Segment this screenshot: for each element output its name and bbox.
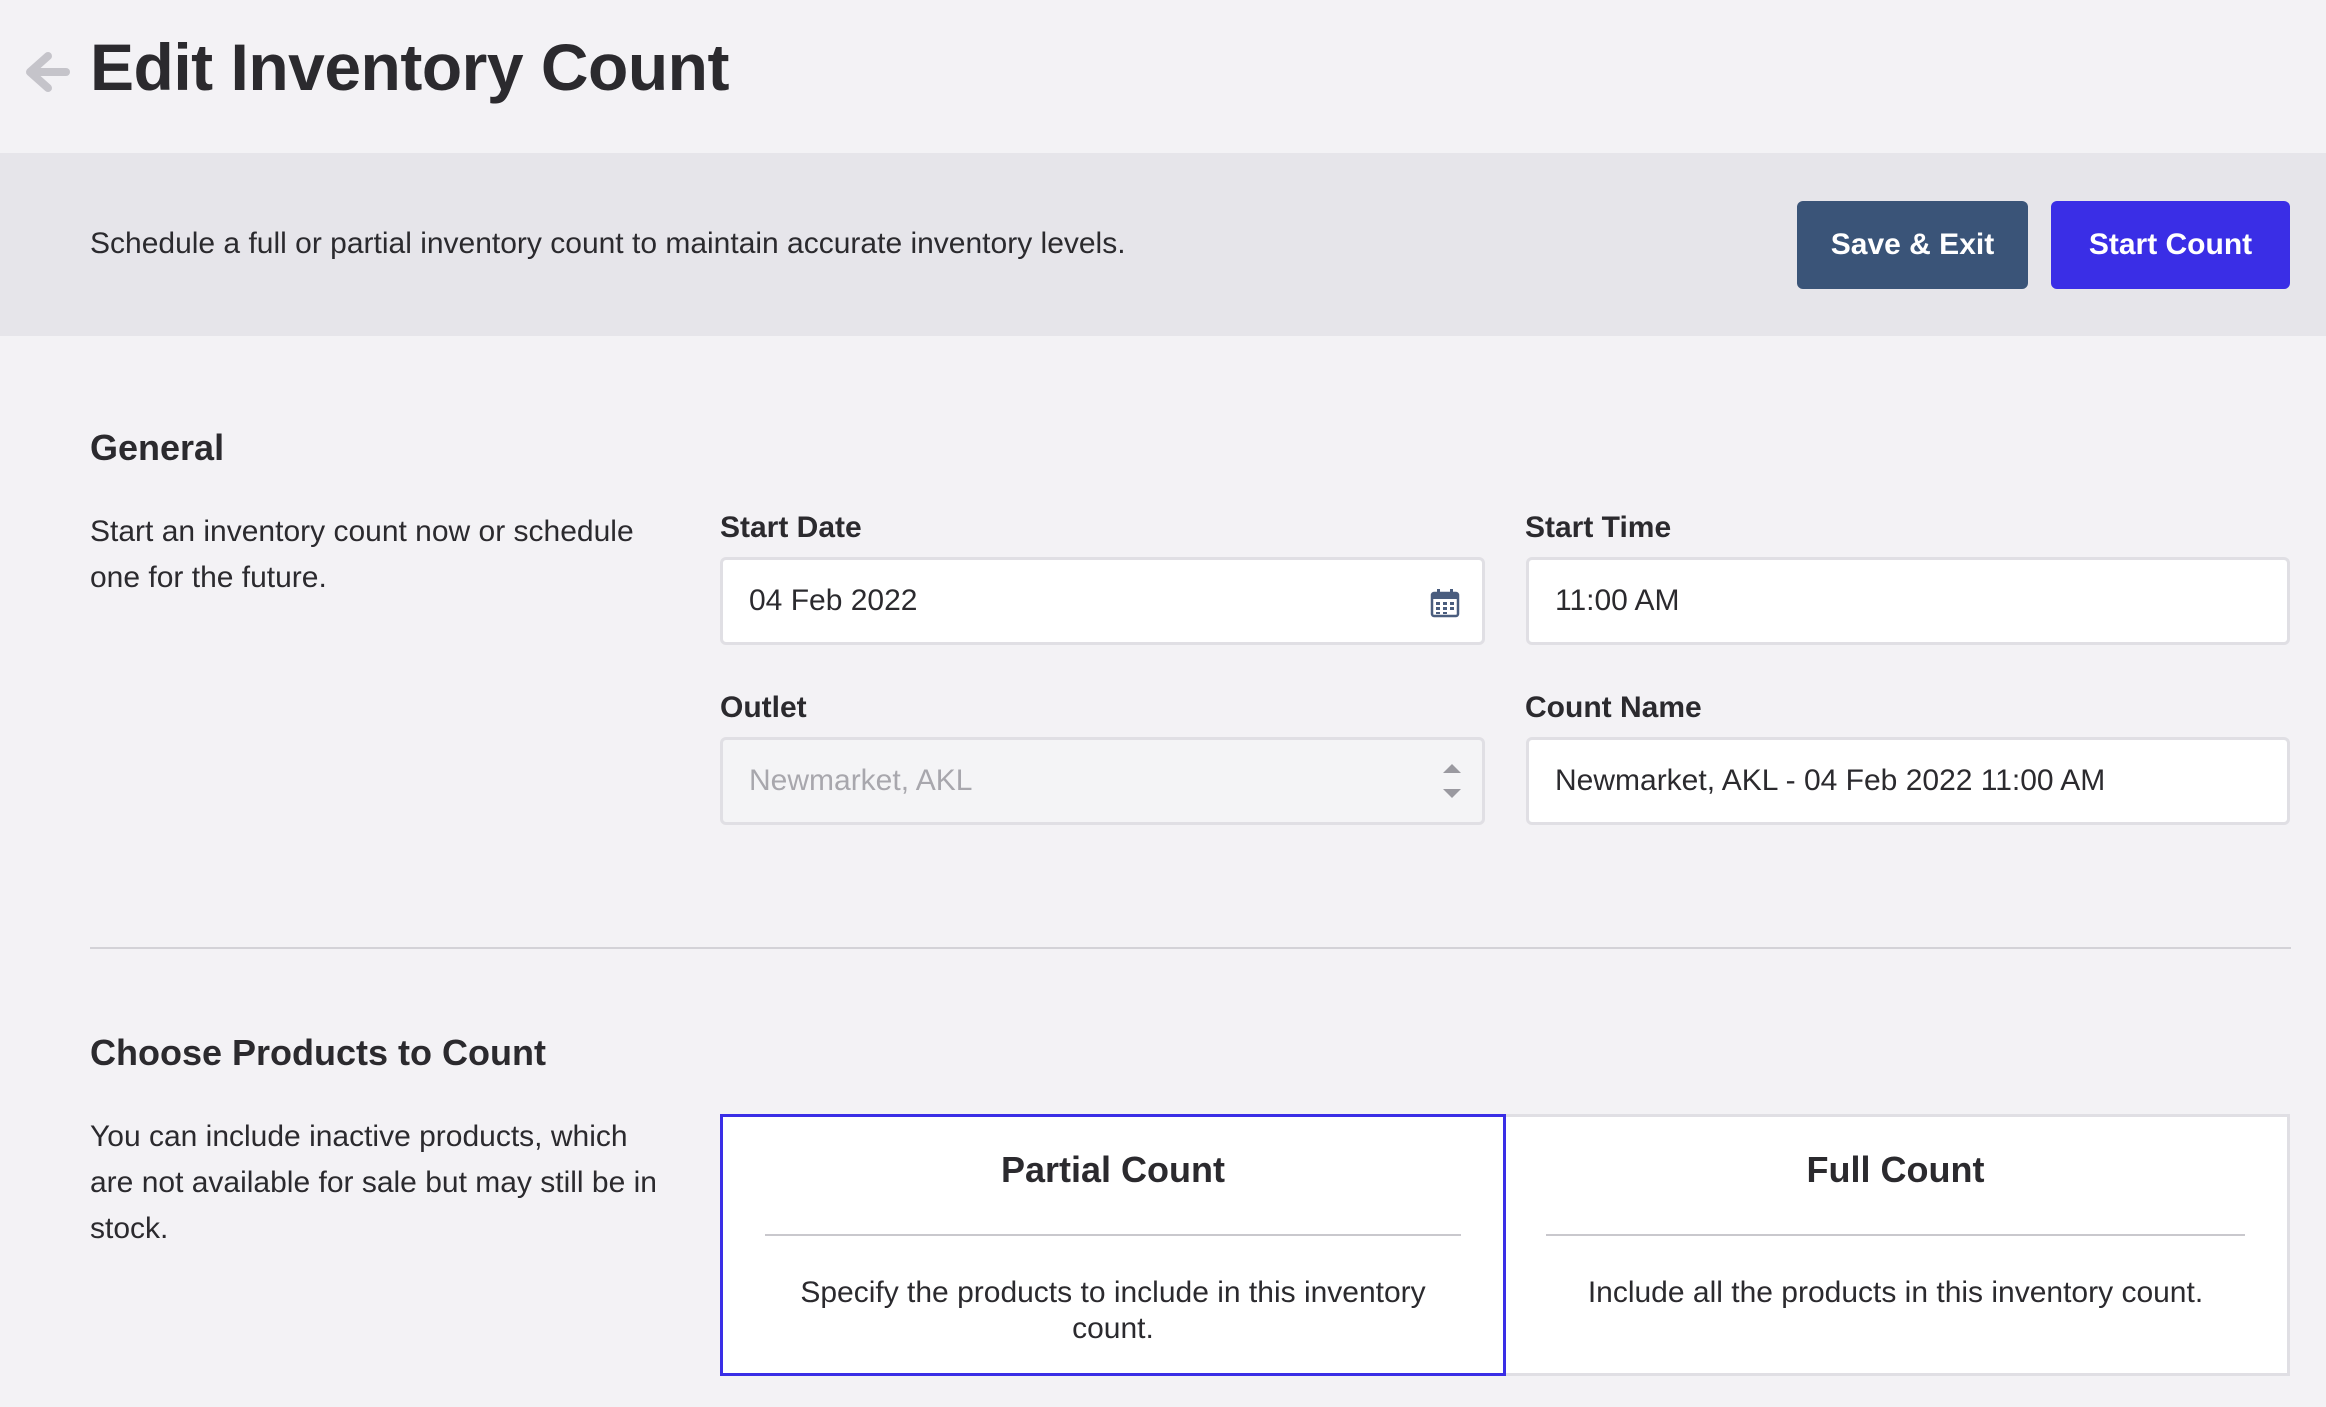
- action-bar-description: Schedule a full or partial inventory cou…: [90, 227, 1126, 260]
- outlet-select: Newmarket, AKL: [720, 737, 1485, 825]
- count-name-value: Newmarket, AKL - 04 Feb 2022 11:00 AM: [1555, 764, 2106, 797]
- arrow-left-icon[interactable]: [20, 46, 72, 98]
- start-date-value: 04 Feb 2022: [749, 584, 918, 617]
- start-time-value: 11:00 AM: [1555, 584, 1680, 617]
- card-divider: [765, 1234, 1461, 1236]
- page-header: Edit Inventory Count: [0, 0, 2326, 153]
- full-count-option[interactable]: Full Count Include all the products in t…: [1504, 1114, 2290, 1376]
- choose-products-description: You can include inactive products, which…: [90, 1120, 657, 1245]
- general-section-description: Start an inventory count now or schedule…: [90, 515, 634, 594]
- save-exit-button[interactable]: Save & Exit: [1797, 201, 2028, 289]
- partial-count-option[interactable]: Partial Count Specify the products to in…: [720, 1114, 1506, 1376]
- full-count-title: Full Count: [1806, 1149, 1985, 1190]
- start-time-label: Start Time: [1525, 511, 1672, 544]
- section-divider: [90, 947, 2291, 949]
- choose-products-title: Choose Products to Count: [90, 1032, 546, 1073]
- calendar-icon[interactable]: [1430, 588, 1460, 618]
- select-arrows-icon: [1443, 764, 1461, 798]
- start-count-button[interactable]: Start Count: [2051, 201, 2290, 289]
- partial-count-description: Specify the products to include in this …: [800, 1276, 1426, 1345]
- card-divider: [1546, 1234, 2245, 1236]
- outlet-label: Outlet: [720, 691, 807, 724]
- general-section-title: General: [90, 427, 225, 468]
- start-date-label: Start Date: [720, 511, 862, 544]
- page-title: Edit Inventory Count: [90, 30, 729, 104]
- start-date-field[interactable]: 04 Feb 2022: [720, 557, 1485, 645]
- full-count-description: Include all the products in this invento…: [1587, 1276, 2204, 1309]
- count-name-label: Count Name: [1525, 691, 1702, 724]
- partial-count-title: Partial Count: [1000, 1149, 1225, 1190]
- count-name-field[interactable]: Newmarket, AKL - 04 Feb 2022 11:00 AM: [1526, 737, 2290, 825]
- outlet-value: Newmarket, AKL: [749, 764, 973, 797]
- start-time-field[interactable]: 11:00 AM: [1526, 557, 2290, 645]
- action-bar: Schedule a full or partial inventory cou…: [0, 153, 2326, 336]
